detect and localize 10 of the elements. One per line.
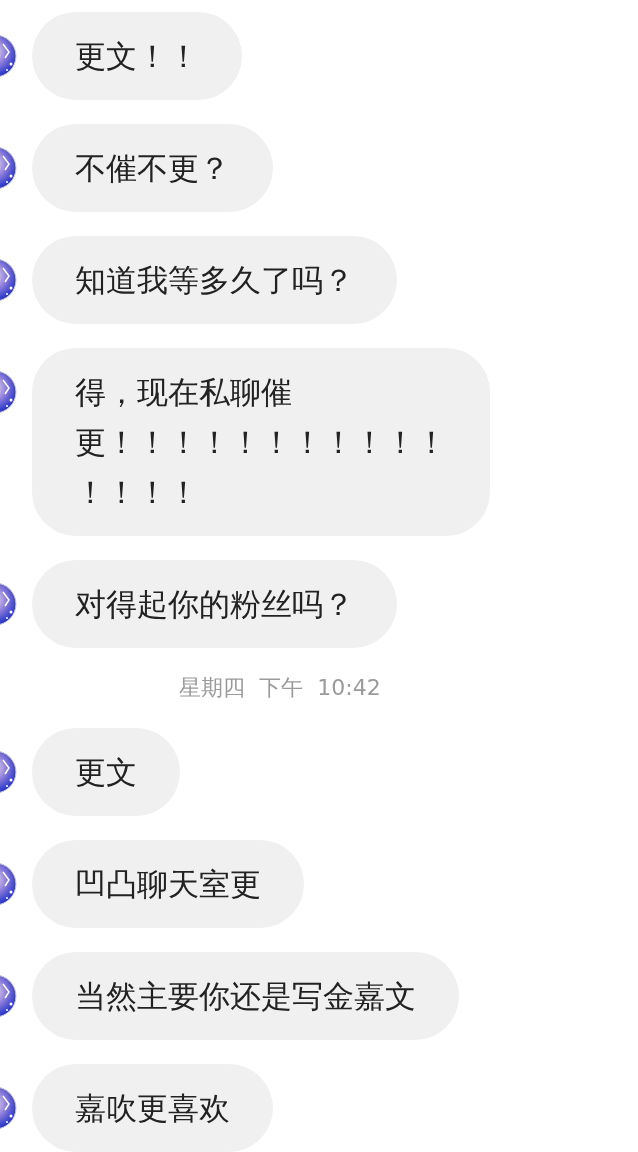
message-bubble: 不催不更？ — [32, 124, 273, 212]
message-bubble: 嘉吹更喜欢 — [32, 1064, 273, 1152]
timestamp: 星期四 下午 10:42 — [179, 674, 381, 702]
message-bubble: 更文！！ — [32, 12, 242, 100]
message-bubble: 更文 — [32, 728, 180, 816]
message-bubble: 知道我等多久了吗？ — [32, 236, 397, 324]
message-bubble: 得，现在私聊催 更！！！！！！！！！！！ ！！！！ — [32, 348, 490, 536]
message-bubble: 对得起你的粉丝吗？ — [32, 560, 397, 648]
message-bubble: 当然主要你还是写金嘉文 — [32, 952, 459, 1040]
message-bubble: 凹凸聊天室更 — [32, 840, 304, 928]
